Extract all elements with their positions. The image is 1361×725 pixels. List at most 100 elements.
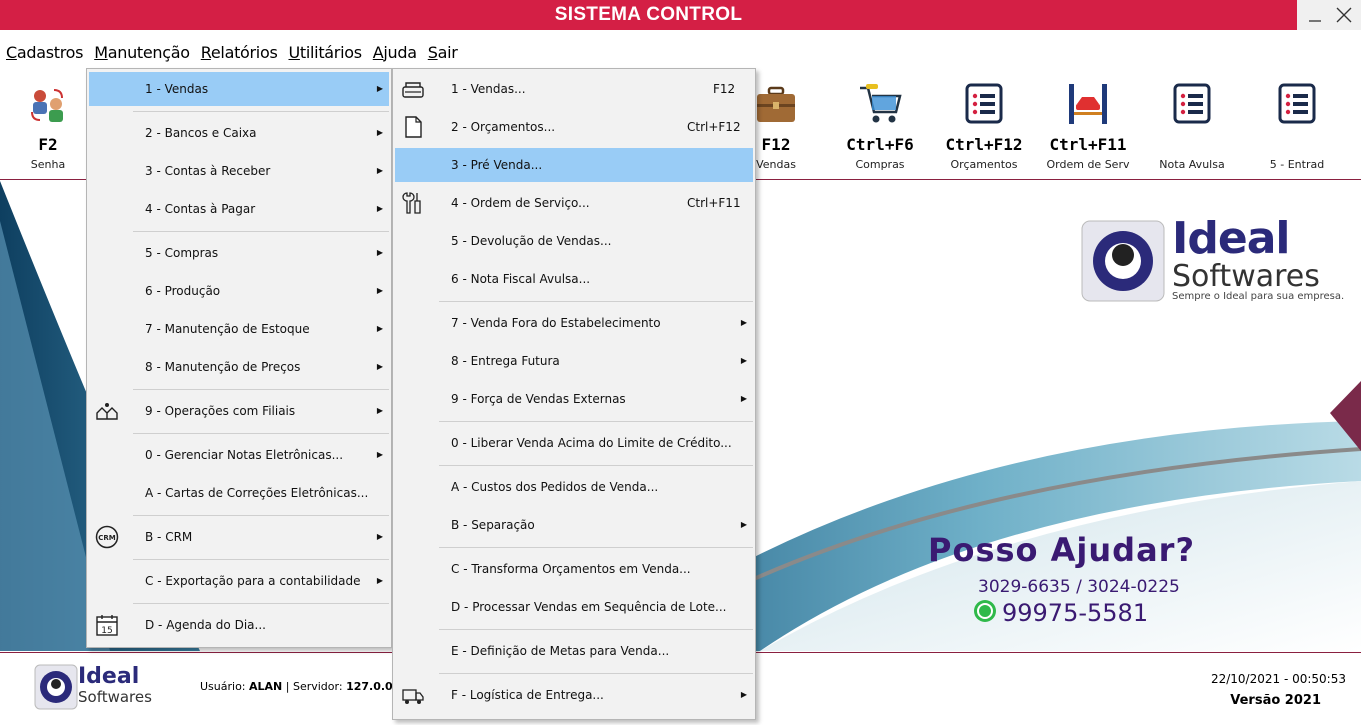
chevron-right-icon: ▶ (740, 520, 747, 529)
menu-item-agenda[interactable]: 15 D - Agenda do Dia... (89, 608, 389, 642)
chevron-right-icon: ▶ (376, 532, 383, 541)
menu-item-vendas[interactable]: 1 - Vendas ▶ (89, 72, 389, 106)
brand-tagline: Sempre o Ideal para sua empresa. (1172, 291, 1345, 302)
submenu-item-forca-vendas[interactable]: 9 - Força de Vendas Externas ▶ (395, 382, 753, 416)
cashier-icon (402, 82, 424, 98)
toolbar-label: 5 - Entrad (1269, 158, 1325, 171)
submenu-item-liberar-venda[interactable]: 0 - Liberar Venda Acima do Limite de Cré… (395, 426, 753, 460)
chevron-right-icon: ▶ (376, 166, 383, 175)
server-label: | Servidor: (285, 680, 343, 693)
menu-item-compras[interactable]: 5 - Compras ▶ (89, 236, 389, 270)
submenu-item-entrega-futura[interactable]: 8 - Entrega Futura ▶ (395, 344, 753, 378)
status-user-server: Usuário: ALAN | Servidor: 127.0.0.1 | (200, 680, 412, 693)
title-bar: SISTEMA CONTROL (0, 0, 1361, 30)
submenu-item-ordem-servico[interactable]: 4 - Ordem de Serviço... Ctrl+F11 (395, 186, 753, 220)
window-title: SISTEMA CONTROL (554, 4, 743, 25)
toolbar-ordem-servico-button[interactable]: Ctrl+F11 Ordem de Serv (1036, 72, 1140, 180)
submenu-item-processar-lote[interactable]: D - Processar Vendas em Sequência de Lot… (395, 590, 753, 624)
svg-text:15: 15 (101, 626, 112, 636)
svg-text:CRM: CRM (98, 534, 116, 542)
toolbar-senha-button[interactable]: F2 Senha (0, 72, 100, 180)
submenu-item-transforma-orcamentos[interactable]: C - Transforma Orçamentos em Venda... (395, 552, 753, 586)
calendar-icon: 15 (96, 615, 118, 636)
brand-logo: Ideal Softwares Sempre o Ideal para sua … (1080, 213, 1350, 309)
close-button[interactable] (1328, 0, 1360, 30)
list-icon (1278, 83, 1316, 124)
help-title: Posso Ajudar? (928, 531, 1196, 569)
toolbar-key: Ctrl+F11 (1049, 135, 1127, 154)
menu-item-notas-eletronicas[interactable]: 0 - Gerenciar Notas Eletrônicas... ▶ (89, 438, 389, 472)
menu-item-precos[interactable]: 8 - Manutenção de Preços ▶ (89, 350, 389, 384)
car-lift-icon (1069, 84, 1107, 124)
submenu-item-nota-fiscal-avulsa[interactable]: 6 - Nota Fiscal Avulsa... (395, 262, 753, 296)
manutencao-menu: 1 - Vendas ▶ 2 - Bancos e Caixa ▶ 3 - Cont… (86, 68, 392, 648)
menu-item-crm[interactable]: CRM B - CRM ▶ (89, 520, 389, 554)
document-icon (405, 116, 422, 138)
status-version: Versão 2021 (1230, 693, 1321, 708)
truck-icon (402, 689, 424, 704)
chevron-right-icon: ▶ (740, 394, 747, 403)
menu-item-filiais[interactable]: 9 - Operações com Filiais ▶ (89, 394, 389, 428)
menu-item-exportacao[interactable]: C - Exportação para a contabilidade ▶ (89, 564, 389, 598)
list-icon (965, 83, 1003, 124)
submenu-item-devolucao[interactable]: 5 - Devolução de Vendas... (395, 224, 753, 258)
toolbar-label: Senha (30, 158, 66, 171)
toolbar-label: Ordem de Serv (1046, 158, 1130, 171)
close-icon (1336, 7, 1352, 23)
toolbar-nota-avulsa-button[interactable]: Nota Avulsa (1140, 72, 1244, 180)
crm-icon: CRM (95, 525, 119, 549)
submenu-item-logistica[interactable]: F - Logística de Entrega... ▶ (395, 678, 753, 712)
footer-logo-top: Ideal (78, 664, 140, 689)
menu-cadastros[interactable]: Cadastros (0, 40, 88, 66)
menu-bar: Cadastros Manutenção Relatórios Utilitár… (0, 40, 463, 66)
cart-icon (860, 84, 902, 123)
brand-name-bottom: Softwares (1172, 259, 1320, 294)
menu-item-contas-receber[interactable]: 3 - Contas à Receber ▶ (89, 154, 389, 188)
submenu-item-orcamentos[interactable]: 2 - Orçamentos... Ctrl+F12 (395, 110, 753, 144)
chevron-right-icon: ▶ (376, 286, 383, 295)
toolbar-label: Compras (855, 158, 905, 171)
minimize-icon (1309, 20, 1321, 22)
menu-item-contas-pagar[interactable]: 4 - Contas à Pagar ▶ (89, 192, 389, 226)
chevron-right-icon: ▶ (376, 204, 383, 213)
submenu-item-pre-venda[interactable]: 3 - Pré Venda... (395, 148, 753, 182)
chevron-right-icon: ▶ (376, 324, 383, 333)
chevron-right-icon: ▶ (376, 576, 383, 585)
submenu-item-vendas[interactable]: 1 - Vendas... F12 (395, 72, 753, 106)
menu-ajuda[interactable]: Ajuda (367, 40, 422, 66)
help-whatsapp: 99975-5581 (1002, 599, 1149, 627)
toolbar-orcamentos-button[interactable]: Ctrl+F12 Orçamentos (932, 72, 1036, 180)
menu-item-estoque[interactable]: 7 - Manutenção de Estoque ▶ (89, 312, 389, 346)
submenu-item-separacao[interactable]: B - Separação ▶ (395, 508, 753, 542)
menu-item-cartas-correcao[interactable]: A - Cartas de Correções Eletrônicas... (89, 476, 389, 510)
briefcase-icon (757, 86, 795, 122)
menu-sair[interactable]: Sair (422, 40, 463, 66)
status-datetime: 22/10/2021 - 00:50:53 (1210, 672, 1346, 686)
toolbar-label: Nota Avulsa (1159, 158, 1225, 171)
branches-icon (96, 403, 118, 420)
submenu-item-venda-fora[interactable]: 7 - Venda Fora do Estabelecimento ▶ (395, 306, 753, 340)
chevron-right-icon: ▶ (376, 248, 383, 257)
submenu-item-metas[interactable]: E - Definição de Metas para Venda... (395, 634, 753, 668)
minimize-button[interactable] (1299, 0, 1331, 30)
chevron-right-icon: ▶ (376, 84, 383, 93)
chevron-right-icon: ▶ (376, 450, 383, 459)
chevron-right-icon: ▶ (376, 128, 383, 137)
menu-manutencao[interactable]: Manutenção (88, 40, 195, 66)
menu-relatorios[interactable]: Relatórios (195, 40, 283, 66)
menu-item-producao[interactable]: 6 - Produção ▶ (89, 274, 389, 308)
chevron-right-icon: ▶ (740, 690, 747, 699)
menu-item-bancos-caixa[interactable]: 2 - Bancos e Caixa ▶ (89, 116, 389, 150)
chevron-right-icon: ▶ (740, 318, 747, 327)
whatsapp-icon (974, 600, 996, 622)
menu-utilitarios[interactable]: Utilitários (282, 40, 366, 66)
footer-logo-icon (34, 664, 78, 710)
chevron-right-icon: ▶ (376, 362, 383, 371)
submenu-item-custos-pedidos[interactable]: A - Custos dos Pedidos de Venda... (395, 470, 753, 504)
user-value: ALAN (249, 680, 283, 693)
toolbar-compras-button[interactable]: Ctrl+F6 Compras (828, 72, 932, 180)
toolbar-entrada-button[interactable]: 5 - Entrad (1245, 72, 1349, 180)
user-label: Usuário: (200, 680, 246, 693)
toolbar-key: F2 (38, 135, 58, 154)
list-icon (1173, 83, 1211, 124)
